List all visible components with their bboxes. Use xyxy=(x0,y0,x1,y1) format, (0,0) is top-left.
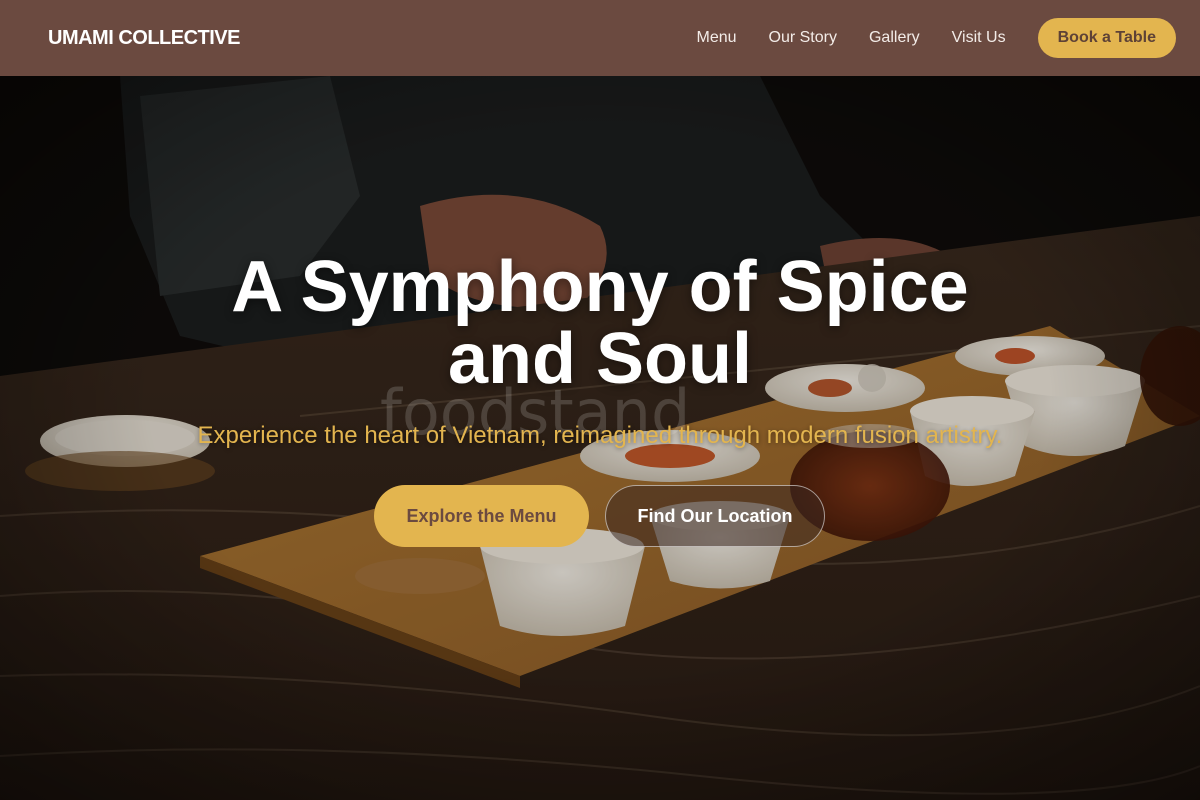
nav-visit-us[interactable]: Visit Us xyxy=(952,29,1006,47)
site-header: UMAMI COLLECTIVE Menu Our Story Gallery … xyxy=(0,0,1200,76)
nav-our-story[interactable]: Our Story xyxy=(769,29,837,47)
hero-section: foodstand A Symphony of Spice and Soul E… xyxy=(0,76,1200,800)
hero-title: A Symphony of Spice and Soul xyxy=(150,251,1050,395)
nav-gallery[interactable]: Gallery xyxy=(869,29,920,47)
brand-logo[interactable]: UMAMI COLLECTIVE xyxy=(48,27,241,50)
nav-menu[interactable]: Menu xyxy=(696,29,736,47)
find-location-button[interactable]: Find Our Location xyxy=(605,485,825,547)
main-nav: Menu Our Story Gallery Visit Us xyxy=(696,29,1005,47)
hero-subtitle: Experience the heart of Vietnam, reimagi… xyxy=(197,422,1003,449)
book-table-button[interactable]: Book a Table xyxy=(1037,18,1176,58)
explore-menu-button[interactable]: Explore the Menu xyxy=(374,485,589,547)
hero-title-line-1: A Symphony of Spice xyxy=(231,247,969,327)
hero-content: foodstand A Symphony of Spice and Soul E… xyxy=(0,76,1200,800)
hero-title-line-2: and Soul xyxy=(448,319,752,399)
